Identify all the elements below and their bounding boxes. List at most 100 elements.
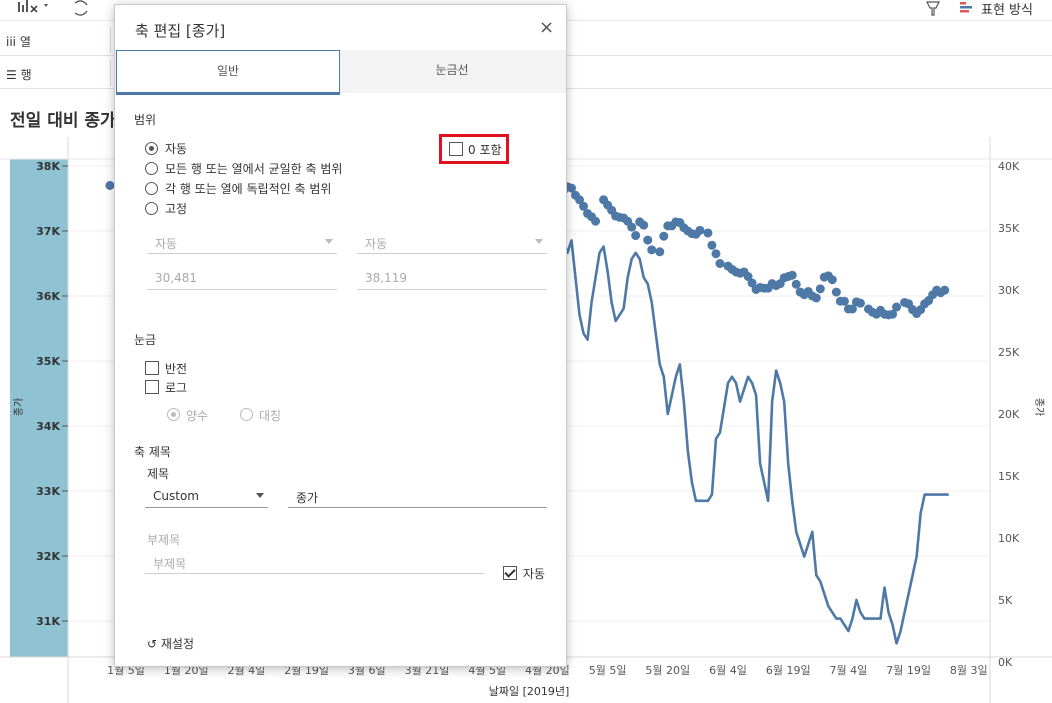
range-fixed-label: 고정 (165, 202, 188, 216)
reset-label: 재설정 (160, 637, 195, 651)
left-axis-tick-label: 36K (36, 290, 60, 303)
tab-bar: 일반 눈금선 (115, 50, 566, 95)
x-axis-tick-label: 6월 19일 (766, 663, 811, 677)
range-end-value: 38,119 (365, 271, 407, 285)
right-axis-tick-label: 35K (998, 222, 1020, 235)
price-dot (827, 275, 837, 285)
title-value: 종가 (296, 491, 319, 505)
range-start-dropdown[interactable]: 자동 (147, 231, 337, 254)
chevron-down-icon (325, 239, 333, 244)
title-label: 제목 (147, 467, 170, 481)
price-dot (855, 298, 865, 308)
rows-icon: ☰ (6, 68, 17, 82)
price-dot (591, 216, 601, 226)
show-me-icon[interactable] (960, 2, 974, 14)
right-axis-tick-label: 15K (998, 470, 1020, 483)
left-axis-tick-label: 38K (36, 160, 60, 173)
range-end-mode: 자동 (365, 237, 388, 251)
columns-icon: iii (6, 35, 17, 49)
symmetric-label: 대칭 (259, 409, 282, 423)
include-zero-label: 0 포함 (468, 143, 502, 157)
include-zero-checkbox[interactable] (449, 142, 463, 156)
chevron-down-icon (535, 239, 543, 244)
show-me-label[interactable]: 표현 방식 (981, 0, 1033, 18)
log-label: 로그 (165, 381, 188, 395)
left-axis-tick-label: 37K (36, 225, 60, 238)
range-end-input[interactable]: 38,119 (357, 267, 547, 290)
left-axis-title: 종가 (13, 398, 25, 416)
right-axis-tick-label: 10K (998, 532, 1020, 545)
range-independent-label: 각 행 또는 열에 독립적인 축 범위 (165, 182, 332, 196)
range-start-mode: 자동 (155, 237, 178, 251)
right-axis-title: 종가 (1033, 398, 1045, 416)
range-start-value: 30,481 (155, 271, 197, 285)
price-dot (711, 249, 721, 259)
dialog-title: 축 편집 [종가] (135, 22, 226, 40)
shelf-divider (110, 27, 111, 53)
right-axis-tick-label: 0K (998, 656, 1013, 669)
swap-icon[interactable] (72, 0, 92, 16)
range-end-dropdown[interactable]: 자동 (357, 231, 547, 254)
range-independent-radio[interactable] (145, 182, 158, 195)
price-dot (647, 245, 657, 255)
price-dot (659, 231, 669, 241)
range-start-input[interactable]: 30,481 (147, 267, 337, 290)
positive-radio[interactable] (167, 408, 180, 421)
subtitle-label: 부제목 (147, 533, 181, 547)
price-dot (655, 247, 665, 257)
subtitle-auto-label: 자동 (523, 567, 546, 581)
left-axis-tick-label: 35K (36, 355, 60, 368)
subtitle-placeholder: 부제목 (153, 557, 187, 571)
range-fixed-radio[interactable] (145, 202, 158, 215)
axis-title-heading: 축 제목 (134, 445, 171, 459)
positive-label: 양수 (186, 409, 209, 423)
subtitle-auto-checkbox[interactable] (503, 566, 517, 580)
left-axis-tick-label: 33K (36, 485, 60, 498)
title-input[interactable]: 종가 (288, 485, 547, 508)
range-heading: 범위 (134, 113, 157, 127)
left-axis-tick-label: 34K (36, 420, 60, 433)
price-dot (787, 270, 797, 280)
close-icon[interactable]: × (539, 17, 554, 38)
edit-axis-dialog: 축 편집 [종가] × 일반 눈금선 범위 자동 모든 행 또는 열에서 균일한… (114, 4, 567, 667)
x-axis-tick-label: 5월 20일 (645, 663, 690, 677)
highlight-icon[interactable] (924, 0, 944, 18)
scale-heading: 눈금 (134, 333, 157, 347)
price-dot (791, 279, 801, 289)
x-axis-tick-label: 7월 4일 (830, 663, 868, 677)
title-mode-value: Custom (153, 489, 199, 503)
right-axis-tick-label: 40K (998, 160, 1020, 173)
tab-tick-lines[interactable]: 눈금선 (341, 50, 563, 91)
price-dot (715, 259, 725, 268)
clear-sheet-icon[interactable] (18, 0, 58, 16)
reversed-label: 반전 (165, 362, 188, 376)
left-axis-tick-label: 31K (36, 615, 60, 628)
price-dot (639, 220, 649, 230)
tab-general[interactable]: 일반 (116, 50, 340, 95)
reversed-checkbox[interactable] (145, 361, 159, 375)
right-axis-tick-label: 25K (998, 346, 1020, 359)
shelf-divider (110, 60, 111, 86)
price-dot (831, 287, 841, 297)
right-axis-tick-label: 30K (998, 284, 1020, 297)
reset-icon: ↺ (147, 637, 158, 651)
subtitle-input[interactable]: 부제목 (145, 551, 484, 574)
left-axis-tick-label: 32K (36, 550, 60, 563)
price-dot (811, 293, 821, 303)
x-axis-tick-label: 5월 5일 (589, 663, 627, 677)
columns-label: 열 (19, 35, 31, 49)
log-checkbox[interactable] (145, 380, 159, 394)
x-axis-tick-label: 6월 4일 (709, 663, 747, 677)
reset-button[interactable]: ↺ 재설정 (147, 635, 194, 652)
price-dot (631, 231, 641, 241)
change-line (562, 239, 949, 645)
price-dot (839, 296, 849, 306)
range-uniform-label: 모든 행 또는 열에서 균일한 축 범위 (165, 162, 343, 176)
x-axis-tick-label: 8월 3일 (950, 663, 988, 677)
x-axis-tick-label: 7월 19일 (886, 663, 931, 677)
symmetric-radio[interactable] (240, 408, 253, 421)
range-auto-radio[interactable] (145, 142, 158, 155)
title-mode-dropdown[interactable]: Custom (145, 485, 268, 508)
rows-label: 행 (20, 68, 32, 82)
range-uniform-radio[interactable] (145, 162, 158, 175)
